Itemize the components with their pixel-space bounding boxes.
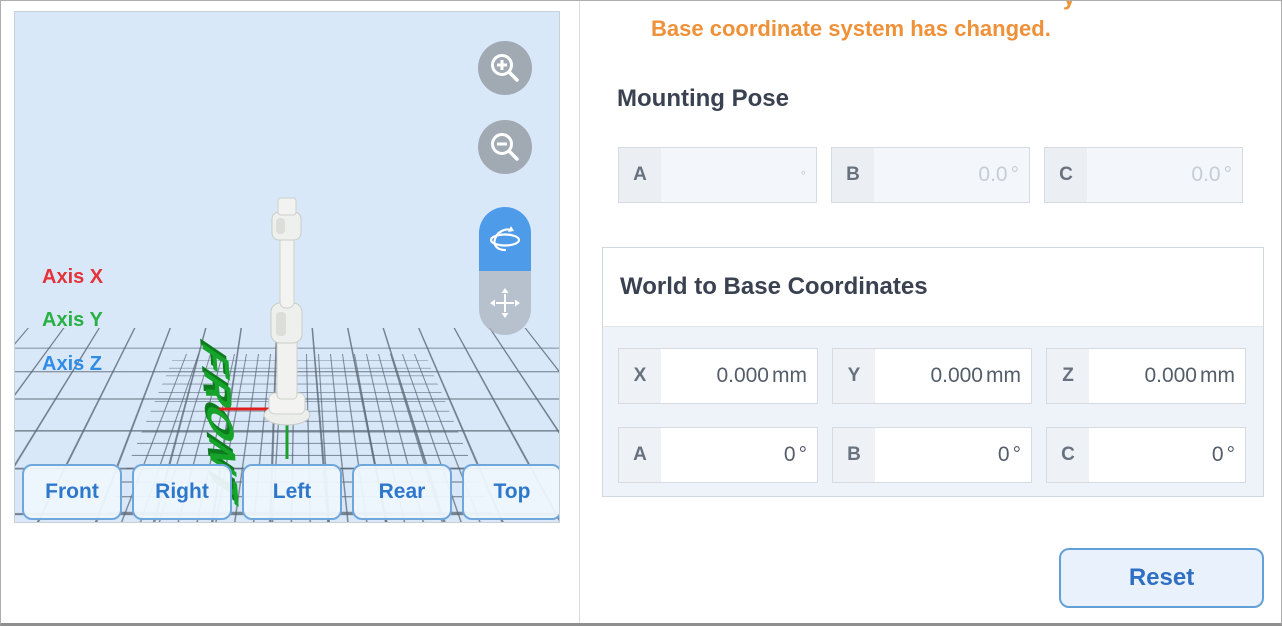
field-label-c: C (1045, 148, 1087, 202)
field-value-a: ° (661, 148, 816, 202)
warning-message-line1-cutoff: y (1063, 0, 1075, 11)
field-label-a2: A (619, 428, 661, 482)
move-arrows-icon (488, 286, 522, 320)
field-label-x: X (619, 349, 661, 403)
field-label-c2: C (1047, 428, 1089, 482)
field-label-a: A (619, 148, 661, 202)
field-value-c: 0.0° (1087, 148, 1242, 202)
warning-message: Base coordinate system has changed. (651, 16, 1051, 42)
view-front-button[interactable]: Front (22, 464, 122, 520)
world-to-base-field-x[interactable]: X 0.000mm (618, 348, 818, 404)
orbit-rotate-icon (487, 223, 523, 255)
rotate-mode-button[interactable] (479, 207, 531, 271)
zoom-in-button[interactable] (478, 41, 532, 95)
field-label-b2: B (833, 428, 875, 482)
axis-x-label: Axis X (42, 266, 103, 289)
field-value-b: 0.0° (874, 148, 1029, 202)
field-label-y: Y (833, 349, 875, 403)
mounting-pose-field-a[interactable]: A ° (618, 147, 817, 203)
field-label-b: B (832, 148, 874, 202)
view-right-button[interactable]: Right (132, 464, 232, 520)
field-value-z: 0.000mm (1089, 349, 1245, 403)
field-value-a2: 0° (661, 428, 817, 482)
world-to-base-header: World to Base Coordinates (603, 248, 1263, 327)
magnifier-plus-icon (488, 51, 522, 85)
world-to-base-title: World to Base Coordinates (620, 273, 928, 301)
mounting-pose-field-c[interactable]: C 0.0° (1044, 147, 1243, 203)
view-rear-button[interactable]: Rear (352, 464, 452, 520)
field-value-y: 0.000mm (875, 349, 1031, 403)
mounting-pose-title: Mounting Pose (617, 85, 789, 113)
field-value-x: 0.000mm (661, 349, 817, 403)
rotate-pan-toggle (479, 207, 531, 335)
axis-z-label: Axis Z (42, 353, 102, 376)
magnifier-minus-icon (488, 130, 522, 164)
field-label-z: Z (1047, 349, 1089, 403)
field-value-c2: 0° (1089, 428, 1245, 482)
world-to-base-field-z[interactable]: Z 0.000mm (1046, 348, 1246, 404)
world-to-base-field-b2[interactable]: B 0° (832, 427, 1032, 483)
world-to-base-field-c2[interactable]: C 0° (1046, 427, 1246, 483)
mounting-pose-field-b[interactable]: B 0.0° (831, 147, 1030, 203)
zoom-out-button[interactable] (478, 120, 532, 174)
axis-y-label: Axis Y (42, 309, 103, 332)
field-value-b2: 0° (875, 428, 1031, 482)
reset-button[interactable]: Reset (1059, 548, 1264, 608)
world-to-base-field-y[interactable]: Y 0.000mm (832, 348, 1032, 404)
world-to-base-field-a[interactable]: A 0° (618, 427, 818, 483)
view-left-button[interactable]: Left (242, 464, 342, 520)
pan-mode-button[interactable] (479, 271, 531, 335)
view-top-button[interactable]: Top (462, 464, 560, 520)
robot-3d-viewport[interactable]: FRONT Axis X Axis Y Axis Z (14, 11, 560, 523)
vertical-divider (579, 1, 580, 626)
base-coordinate-settings-screen: FRONT Axis X Axis Y Axis Z (0, 0, 1282, 626)
